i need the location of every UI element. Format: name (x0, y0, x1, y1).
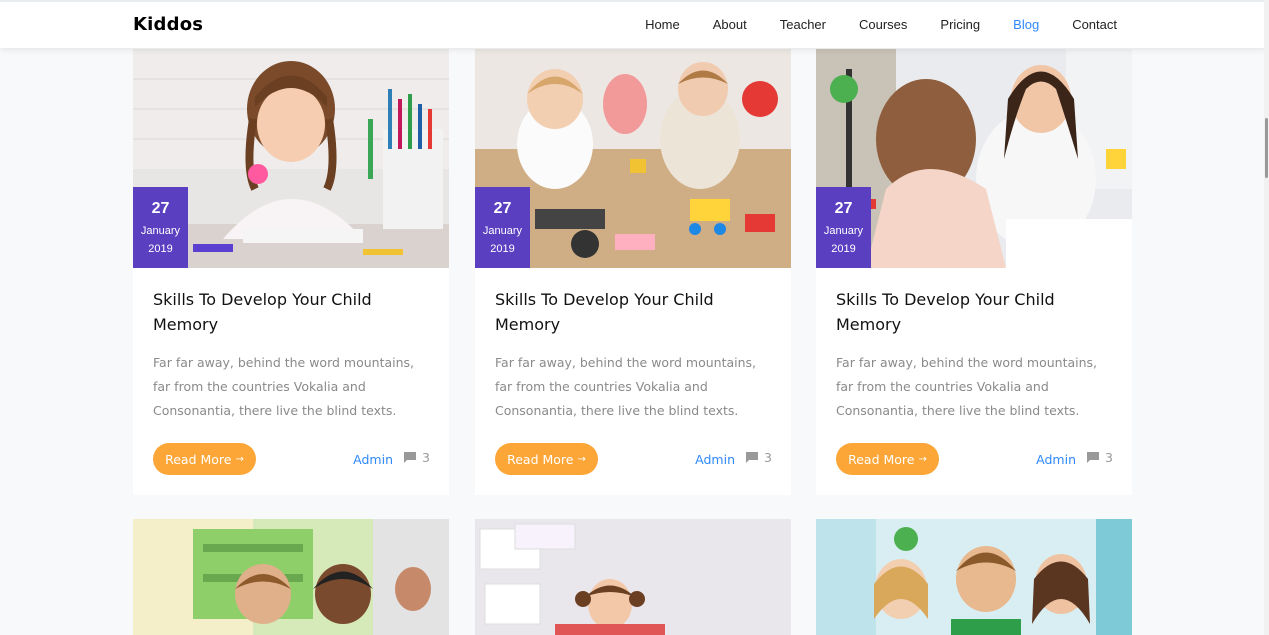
comment-count-value: 3 (764, 450, 772, 465)
comment-count-value: 3 (422, 450, 430, 465)
nav-links: Home About Teacher Courses Pricing Blog … (612, 17, 1117, 32)
date-badge: 27 January 2019 (816, 187, 871, 268)
post-author-link[interactable]: Admin (695, 452, 735, 467)
comment-icon (404, 452, 417, 463)
date-month: January (823, 225, 864, 237)
date-badge: 27 January 2019 (133, 187, 188, 268)
date-badge: 27 January 2019 (475, 187, 530, 268)
comment-count[interactable]: 3 (1087, 450, 1113, 465)
comment-count-value: 3 (1105, 450, 1113, 465)
arrow-right-icon: → (577, 453, 586, 465)
post-title[interactable]: Skills To Develop Your Child Memory (495, 287, 755, 337)
comment-icon (1087, 452, 1100, 463)
post-title[interactable]: Skills To Develop Your Child Memory (153, 287, 413, 337)
comment-count[interactable]: 3 (404, 450, 430, 465)
date-day: 27 (834, 200, 853, 217)
read-more-label: Read More (507, 451, 574, 467)
three-kids-photo[interactable] (816, 519, 1132, 635)
comment-icon (746, 452, 759, 463)
read-more-label: Read More (165, 451, 232, 467)
post-excerpt: Far far away, behind the word mountains,… (836, 355, 1098, 418)
post-excerpt: Far far away, behind the word mountains,… (495, 355, 757, 418)
page-scrollbar[interactable] (1264, 0, 1269, 635)
read-more-button[interactable]: Read More → (836, 443, 939, 475)
girl-jumping-photo[interactable] (475, 519, 791, 635)
blog-card: 27 January 2019 Skills To Develop Your C… (133, 49, 449, 495)
nav-link-blog[interactable]: Blog (1013, 17, 1039, 32)
post-author-link[interactable]: Admin (353, 452, 393, 467)
blog-card: 27 January 2019 Skills To Develop Your C… (816, 49, 1132, 495)
post-author-link[interactable]: Admin (1036, 452, 1076, 467)
date-year: 2019 (490, 243, 515, 255)
nav-link-teacher[interactable]: Teacher (780, 17, 826, 32)
date-month: January (482, 225, 523, 237)
nav-link-about[interactable]: About (713, 17, 747, 32)
date-day: 27 (151, 200, 170, 217)
classroom-kids-photo[interactable] (133, 519, 449, 635)
blog-card: 27 January 2019 Skills To Develop Your C… (475, 49, 791, 495)
arrow-right-icon: → (235, 453, 244, 465)
read-more-label: Read More (848, 451, 915, 467)
post-excerpt: Far far away, behind the word mountains,… (153, 355, 415, 418)
read-more-button[interactable]: Read More → (153, 443, 256, 475)
nav-link-courses[interactable]: Courses (859, 17, 907, 32)
arrow-right-icon: → (918, 453, 927, 465)
navbar: Kiddos Home About Teacher Courses Pricin… (0, 0, 1269, 48)
scrollbar-thumb[interactable] (1265, 118, 1268, 178)
read-more-button[interactable]: Read More → (495, 443, 598, 475)
date-month: January (140, 225, 181, 237)
date-day: 27 (493, 200, 512, 217)
nav-link-contact[interactable]: Contact (1072, 17, 1117, 32)
nav-link-home[interactable]: Home (645, 17, 680, 32)
date-year: 2019 (831, 243, 856, 255)
post-title[interactable]: Skills To Develop Your Child Memory (836, 287, 1096, 337)
comment-count[interactable]: 3 (746, 450, 772, 465)
brand-logo[interactable]: Kiddos (133, 14, 203, 35)
nav-link-pricing[interactable]: Pricing (940, 17, 980, 32)
date-year: 2019 (148, 243, 173, 255)
